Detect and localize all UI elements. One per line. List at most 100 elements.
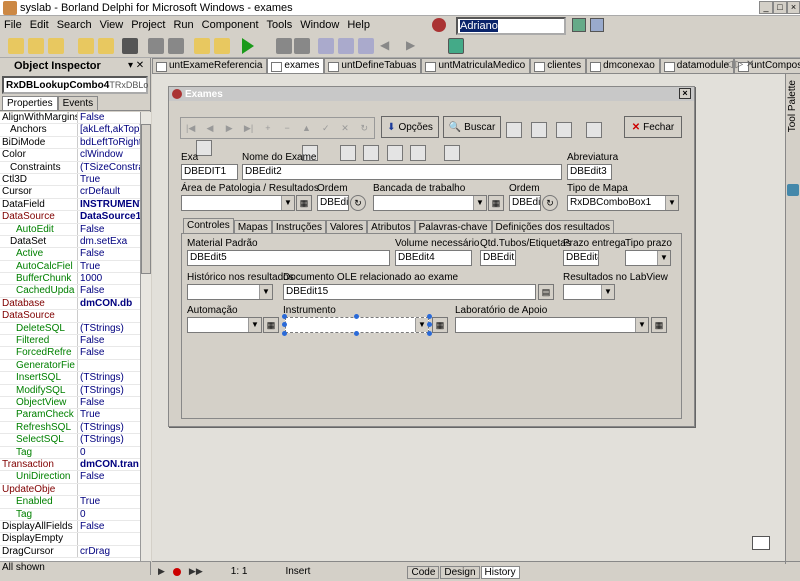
property-value[interactable]: True: [78, 409, 140, 420]
trace-into-icon[interactable]: [318, 38, 334, 54]
run-to-cursor-icon[interactable]: [358, 38, 374, 54]
tipo-mapa-combo[interactable]: RxDBComboBox1 ▼: [567, 195, 679, 211]
selection-handle[interactable]: [427, 322, 432, 327]
view-form-icon[interactable]: [214, 38, 230, 54]
datasource-component-icon[interactable]: [196, 140, 212, 156]
labview-combo[interactable]: ▼: [563, 284, 615, 300]
property-value[interactable]: dmCON.db: [78, 298, 140, 309]
property-value[interactable]: 0: [78, 447, 140, 458]
property-value[interactable]: True: [78, 261, 140, 272]
property-row[interactable]: Database dmCON.db: [0, 297, 140, 311]
chevron-down-icon[interactable]: ▼: [281, 196, 294, 210]
property-row[interactable]: Enabled True: [0, 496, 140, 509]
db-navigator[interactable]: |◀ ◀ ▶ ▶| + − ▲ ✓ ✕ ↻: [180, 117, 375, 139]
property-grid[interactable]: AlignWithMargins False Anchors [akLeft,akTo…: [0, 112, 140, 562]
stop-icon[interactable]: [294, 38, 310, 54]
property-value[interactable]: clWindow: [78, 149, 140, 160]
forward-icon[interactable]: ▶: [406, 38, 422, 54]
property-value[interactable]: (TStrings): [78, 385, 140, 396]
volume-field[interactable]: DBEdit4: [395, 250, 472, 266]
chevron-down-icon[interactable]: ▼: [259, 285, 272, 299]
property-row[interactable]: ForcedRefre False: [0, 347, 140, 360]
open-icon[interactable]: [48, 38, 64, 54]
menu-window[interactable]: Window: [296, 19, 343, 31]
datasource-component-icon[interactable]: [387, 145, 403, 161]
refresh-icon[interactable]: ↻: [542, 195, 558, 211]
minimize-button[interactable]: _: [759, 1, 773, 14]
page-tab-1[interactable]: Mapas: [233, 220, 272, 234]
property-row[interactable]: Ctl3D True: [0, 173, 140, 187]
file-tab-untmatriculamedico[interactable]: untMatriculaMedico: [421, 58, 531, 73]
tab-properties[interactable]: Properties: [2, 96, 58, 110]
component-selector[interactable]: RxDBLookupCombo4 TRxDBLo: [2, 76, 148, 94]
chevron-down-icon[interactable]: ▼: [601, 285, 614, 299]
page-tab-6[interactable]: Definições dos resultados: [491, 220, 615, 234]
datasource-component-icon[interactable]: [556, 122, 572, 138]
material-field[interactable]: DBEdit5: [187, 250, 390, 266]
property-row[interactable]: ModifySQL (TStrings): [0, 384, 140, 397]
maximize-button[interactable]: □: [773, 1, 787, 14]
page-tab-0[interactable]: Controles: [183, 218, 234, 234]
property-value[interactable]: bdLeftToRight: [78, 137, 140, 148]
pin-icon[interactable]: ▾ ✕: [128, 60, 144, 71]
form-preview-icon[interactable]: [752, 536, 770, 550]
property-row[interactable]: DataSource DataSource1: [0, 211, 140, 224]
help-book-icon[interactable]: [448, 38, 464, 54]
property-value[interactable]: 1000: [78, 273, 140, 284]
tab-events[interactable]: Events: [57, 96, 99, 110]
datasource-component-icon[interactable]: [410, 145, 426, 161]
ordem-field[interactable]: DBEdit7: [509, 195, 541, 211]
close-button[interactable]: ×: [787, 1, 800, 14]
chevron-down-icon[interactable]: ▼: [415, 318, 428, 332]
nav-refresh-icon[interactable]: ↻: [355, 123, 374, 134]
selection-handle[interactable]: [282, 314, 287, 319]
nav-next-icon[interactable]: ▶: [220, 123, 239, 134]
property-row[interactable]: DeleteSQL (TStrings): [0, 322, 140, 336]
fechar-button[interactable]: ✕ Fechar: [624, 116, 682, 138]
nome-exame-field[interactable]: DBEdit2: [242, 164, 562, 180]
historico-combo[interactable]: ▼: [187, 284, 273, 300]
property-row[interactable]: AutoEdit False: [0, 223, 140, 236]
property-value[interactable]: [78, 360, 140, 371]
menu-component[interactable]: Component: [198, 19, 263, 31]
datasource-component-icon[interactable]: [586, 122, 602, 138]
property-value[interactable]: crDefault: [78, 186, 140, 197]
property-value[interactable]: [78, 484, 140, 495]
buscar-button[interactable]: 🔍 Buscar: [443, 116, 501, 138]
property-value[interactable]: False: [78, 224, 140, 235]
nav-insert-icon[interactable]: +: [258, 123, 277, 133]
property-value[interactable]: dmCON.tran: [78, 459, 140, 470]
property-row[interactable]: DataSource: [0, 310, 140, 323]
file-tab-datamodule[interactable]: datamodule: [659, 58, 735, 73]
datasource-component-icon[interactable]: [363, 145, 379, 161]
property-value[interactable]: True: [78, 174, 140, 185]
property-row[interactable]: BiDiMode bdLeftToRight: [0, 136, 140, 150]
selection-handle[interactable]: [354, 314, 359, 319]
property-row[interactable]: DisplayEmpty: [0, 533, 140, 546]
laboratorio-apoio-combo[interactable]: ▼: [455, 317, 649, 333]
nav-first-icon[interactable]: |◀: [181, 123, 200, 134]
chevron-down-icon[interactable]: ▼: [473, 196, 486, 210]
property-row[interactable]: Anchors [akLeft,akTop]: [0, 124, 140, 137]
menu-view[interactable]: View: [96, 19, 128, 31]
chevron-down-icon[interactable]: ▼: [665, 196, 678, 210]
run-icon[interactable]: [242, 38, 254, 54]
property-value[interactable]: (TStrings): [78, 434, 140, 445]
property-row[interactable]: Constraints(TSizeConstrain: [0, 161, 140, 174]
property-row[interactable]: SelectSQL (TStrings): [0, 434, 140, 447]
property-row[interactable]: DragCursor crDrag: [0, 545, 140, 559]
open-project-icon[interactable]: [78, 38, 94, 54]
abreviatura-field[interactable]: DBEdit3: [567, 164, 612, 180]
tool-palette[interactable]: Tool Palette: [785, 74, 800, 564]
ole-document-icon[interactable]: ▤: [538, 284, 554, 300]
property-value[interactable]: DataSource1: [78, 211, 140, 222]
step-over-icon[interactable]: [338, 38, 354, 54]
property-value[interactable]: [78, 533, 140, 544]
nav-post-icon[interactable]: ✓: [316, 123, 335, 134]
property-value[interactable]: (TStrings): [78, 323, 140, 334]
property-row[interactable]: Tag 0: [0, 446, 140, 459]
reopen-icon[interactable]: [98, 38, 114, 54]
back-icon[interactable]: ◀: [380, 38, 396, 54]
property-value[interactable]: False: [78, 347, 140, 358]
macro-record-icon[interactable]: [172, 567, 181, 576]
